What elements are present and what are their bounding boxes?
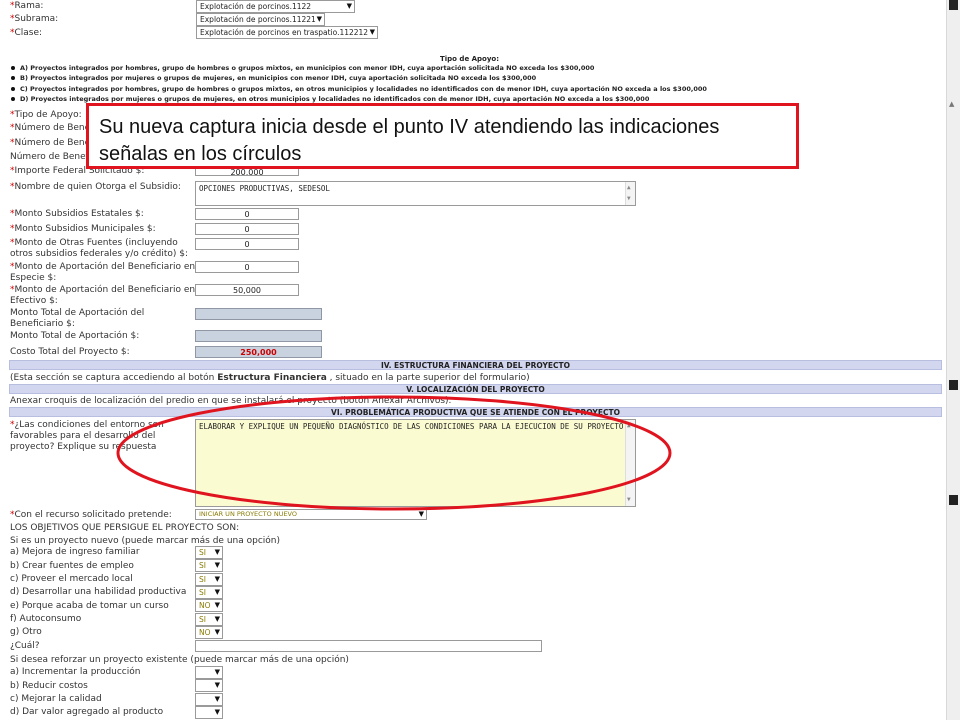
highlight-circle xyxy=(116,395,672,511)
annotation-overlay xyxy=(116,395,672,511)
